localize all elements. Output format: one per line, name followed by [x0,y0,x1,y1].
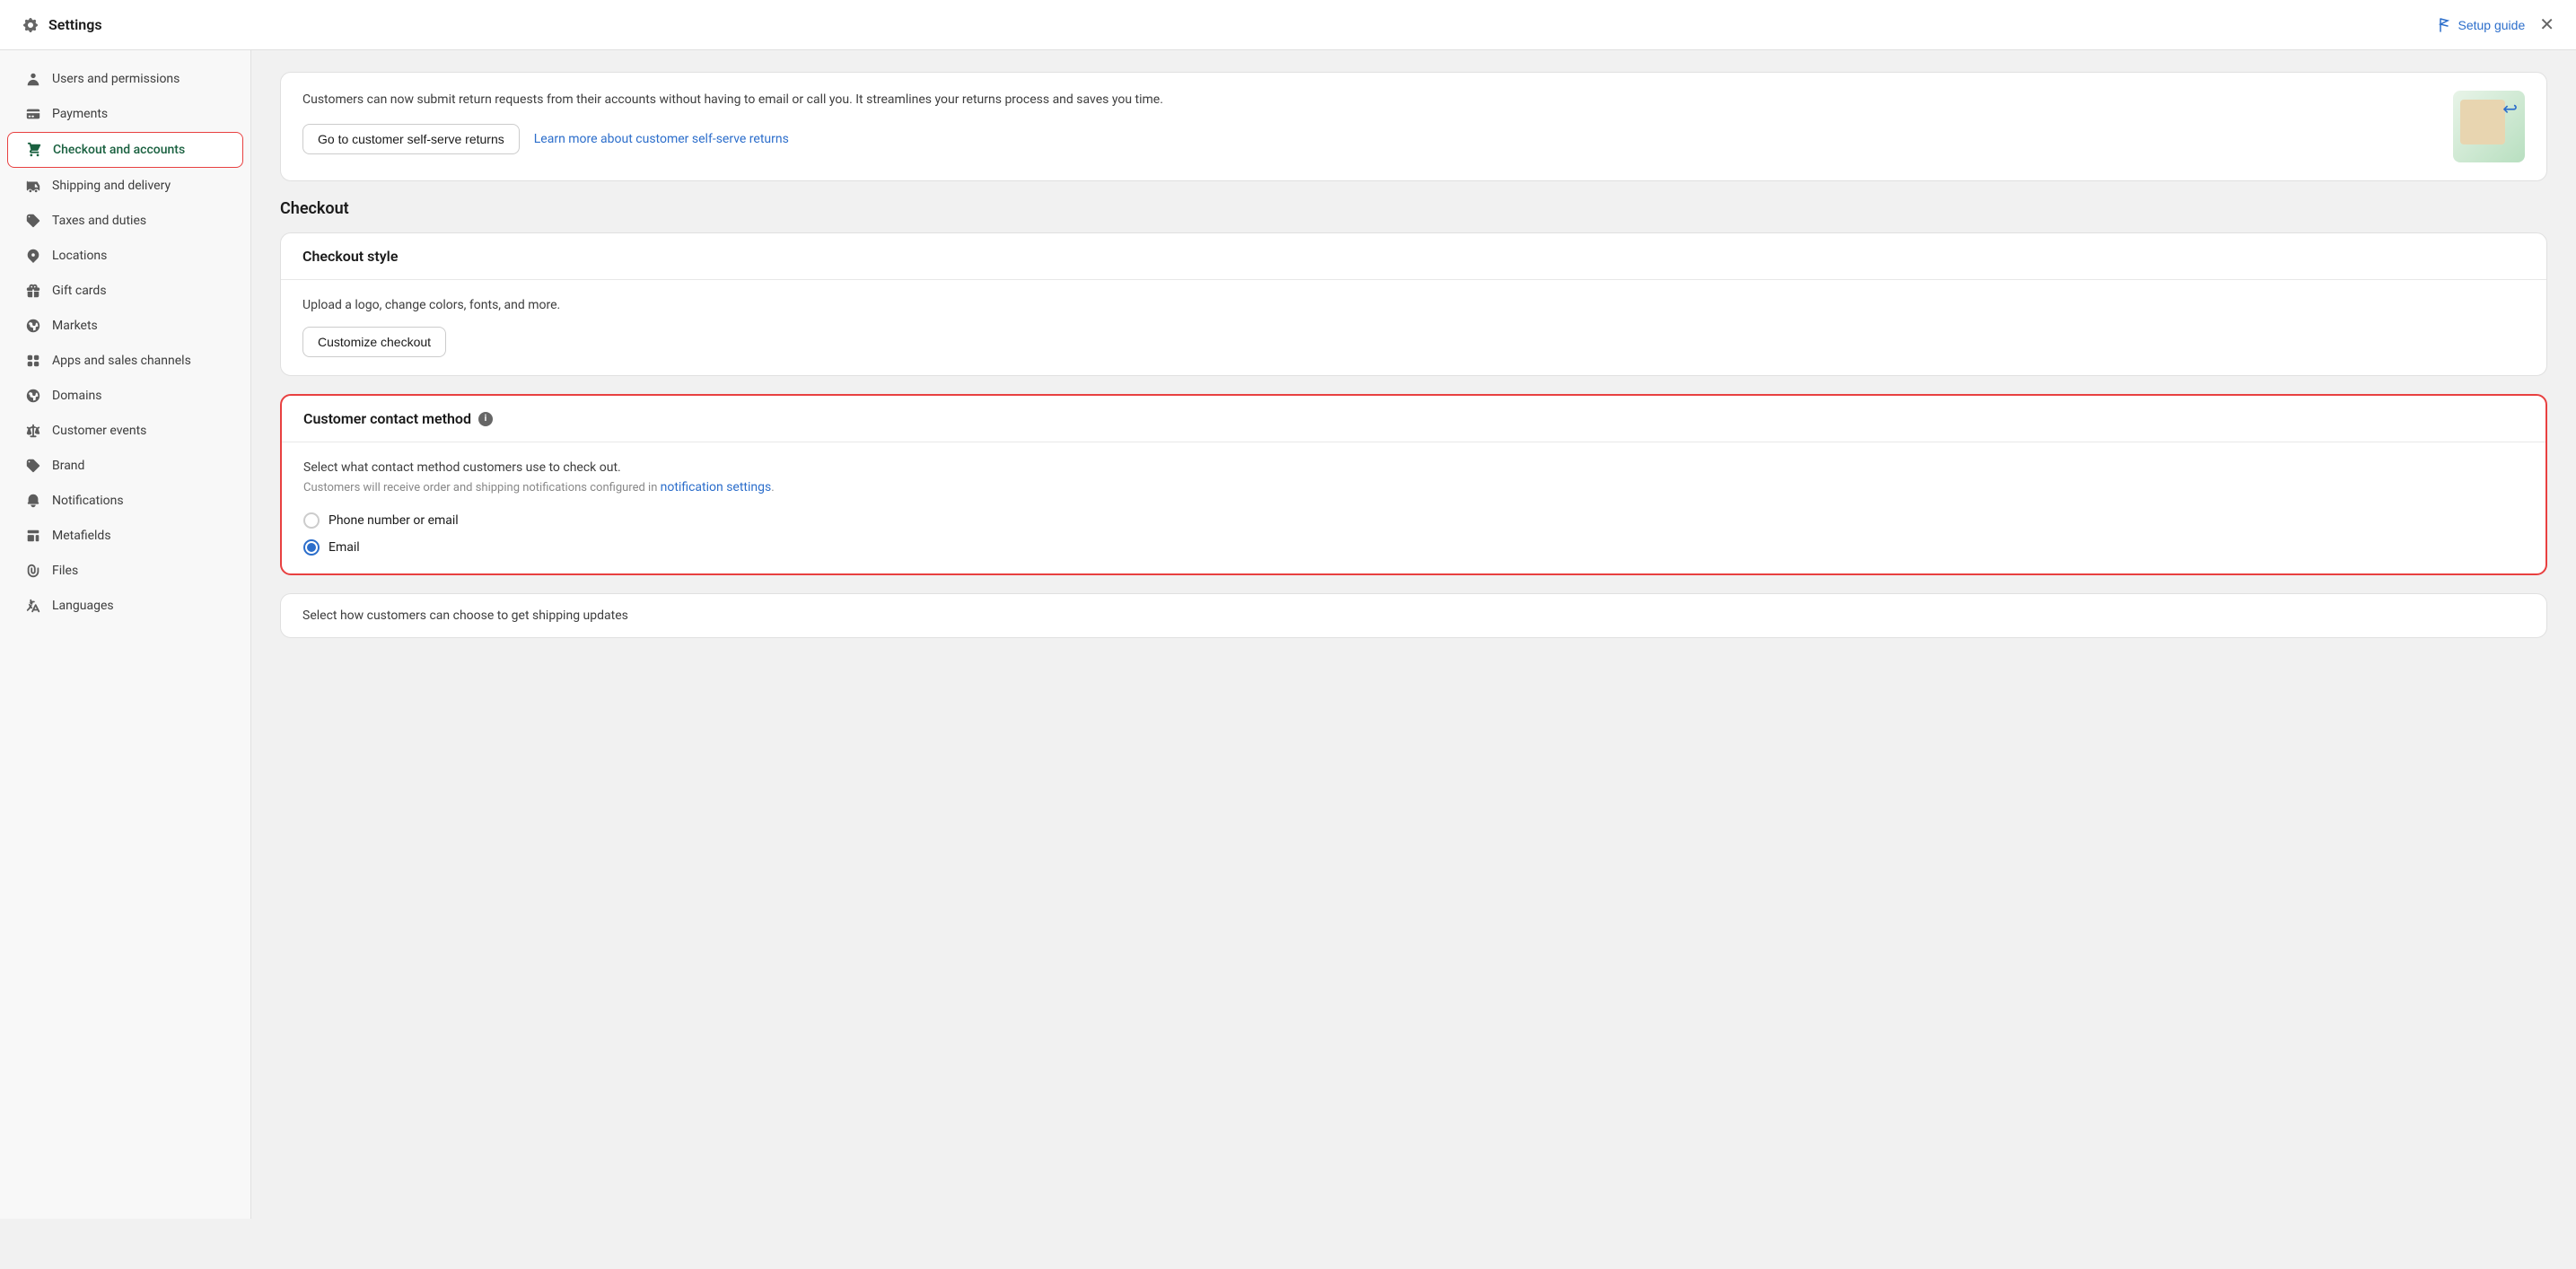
contact-method-header: Customer contact method i [282,396,2545,442]
return-card: Customers can now submit return requests… [280,72,2547,181]
tag-icon [25,213,41,229]
brand-icon [25,458,41,474]
gear-icon [22,16,39,34]
notification-settings-link[interactable]: notification settings [661,480,772,494]
checkout-style-card-body: Upload a logo, change colors, fonts, and… [281,280,2546,375]
checkout-style-card: Checkout style Upload a logo, change col… [280,232,2547,376]
sidebar-item-languages[interactable]: Languages [7,589,243,623]
globe-icon [25,318,41,334]
radio-circle-email [303,539,320,556]
person-icon [25,71,41,87]
checkout-style-card-header: Checkout style [281,233,2546,280]
sidebar-item-notifications[interactable]: Notifications [7,484,243,518]
domain-icon [25,388,41,404]
bell-icon [25,493,41,509]
radio-label-phone-email: Phone number or email [329,513,459,528]
sidebar-item-files[interactable]: Files [7,554,243,588]
customize-checkout-button[interactable]: Customize checkout [302,327,446,357]
contact-method-radio-group: Phone number or email Email [303,512,2524,556]
location-icon [25,248,41,264]
sidebar-item-users-permissions[interactable]: Users and permissions [7,62,243,96]
radio-option-email[interactable]: Email [303,539,2524,556]
metafields-icon [25,528,41,544]
page-title: Settings [48,16,102,33]
sidebar-item-taxes-duties[interactable]: Taxes and duties [7,204,243,238]
radio-circle-phone-email [303,512,320,529]
gift-icon [25,283,41,299]
checkout-section-title: Checkout [280,199,2547,218]
checkout-style-description: Upload a logo, change colors, fonts, and… [302,298,2525,312]
radio-option-phone-email[interactable]: Phone number or email [303,512,2524,529]
contact-description: Select what contact method customers use… [303,460,2524,475]
main-content: Customers can now submit return requests… [251,50,2576,1219]
sidebar: Users and permissions Payments Checkout … [0,50,251,1219]
contact-sub-description: Customers will receive order and shippin… [303,480,2524,494]
sidebar-item-payments[interactable]: Payments [7,97,243,131]
sidebar-item-domains[interactable]: Domains [7,379,243,413]
info-icon[interactable]: i [478,412,493,426]
sidebar-item-brand[interactable]: Brand [7,449,243,483]
apps-icon [25,353,41,369]
topbar-right: Setup guide ✕ [2439,16,2555,34]
topbar: Settings Setup guide ✕ [0,0,2576,50]
bottom-hint: Select how customers can choose to get s… [280,593,2547,638]
cart-icon [26,142,42,158]
sidebar-item-shipping-delivery[interactable]: Shipping and delivery [7,169,243,203]
sidebar-item-gift-cards[interactable]: Gift cards [7,274,243,308]
flag-icon [2439,18,2453,32]
contact-method-card: Customer contact method i Select what co… [280,394,2547,575]
setup-guide-button[interactable]: Setup guide [2439,18,2526,32]
layout: Users and permissions Payments Checkout … [0,50,2576,1219]
sidebar-item-apps-sales-channels[interactable]: Apps and sales channels [7,344,243,378]
sidebar-item-customer-events[interactable]: Customer events [7,414,243,448]
return-card-actions: Go to customer self-serve returns Learn … [302,124,2435,154]
languages-icon [25,598,41,614]
topbar-left: Settings [22,16,102,34]
sidebar-item-markets[interactable]: Markets [7,309,243,343]
contact-method-title: Customer contact method [303,410,471,427]
events-icon [25,423,41,439]
close-button[interactable]: ✕ [2539,16,2554,34]
truck-icon [25,178,41,194]
sidebar-item-locations[interactable]: Locations [7,239,243,273]
contact-method-body: Select what contact method customers use… [282,442,2545,573]
return-card-image [2453,91,2525,162]
payment-icon [25,106,41,122]
sidebar-item-checkout-accounts[interactable]: Checkout and accounts [7,132,243,168]
files-icon [25,563,41,579]
return-card-text: Customers can now submit return requests… [302,91,2435,109]
learn-more-returns-link[interactable]: Learn more about customer self-serve ret… [534,132,789,146]
go-to-self-serve-returns-button[interactable]: Go to customer self-serve returns [302,124,520,154]
radio-label-email: Email [329,540,360,555]
sidebar-item-metafields[interactable]: Metafields [7,519,243,553]
return-card-content: Customers can now submit return requests… [302,91,2435,154]
